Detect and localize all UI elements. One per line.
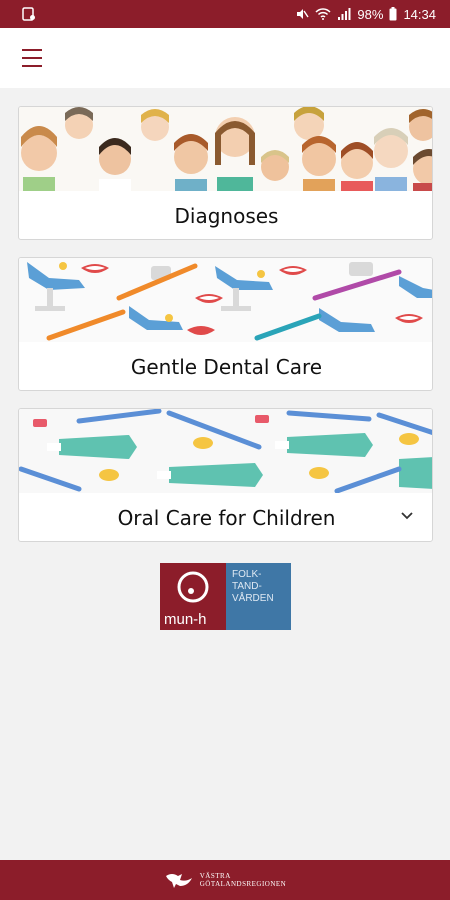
- folktandvarden-line-1: FOLK-: [232, 569, 262, 580]
- toothpaste-illustration: [19, 409, 432, 493]
- battery-percent: 98%: [357, 6, 384, 22]
- card-label: Oral Care for Children: [117, 506, 336, 530]
- card-label: Gentle Dental Care: [130, 355, 323, 379]
- notification-icon: [22, 7, 35, 21]
- dental-chair-illustration: [19, 258, 432, 342]
- wifi-icon: [315, 8, 331, 20]
- folktandvarden-line-2: TAND-: [232, 581, 262, 592]
- app-bar: [0, 28, 450, 88]
- mun-h-circle-icon: [177, 571, 209, 603]
- mun-h-logo: mun-h FOLK- TAND- VÅRDEN: [160, 563, 291, 630]
- hamburger-icon[interactable]: [22, 49, 42, 67]
- footer: VÄSTRA GÖTALANDSREGIONEN: [0, 860, 450, 900]
- card-gentle-dental-care[interactable]: Gentle Dental Care: [18, 257, 433, 391]
- folktandvarden-line-3: VÅRDEN: [232, 593, 274, 604]
- folktandvarden-logo: FOLK- TAND- VÅRDEN: [226, 563, 291, 630]
- footer-line-2: GÖTALANDSREGIONEN: [199, 880, 287, 888]
- card-oral-care-for-children[interactable]: Oral Care for Children: [18, 408, 433, 542]
- chevron-down-icon[interactable]: [400, 509, 414, 523]
- footer-text: VÄSTRA GÖTALANDSREGIONEN: [200, 872, 287, 888]
- mute-icon: [297, 9, 310, 19]
- mun-h-logo-text: mun-h: [164, 611, 207, 628]
- battery-icon: [389, 7, 397, 21]
- status-time: 14:34: [403, 6, 436, 22]
- status-bar: 98% 14:34: [0, 0, 450, 28]
- status-left: [22, 7, 36, 21]
- faces-illustration: [19, 107, 432, 191]
- mun-h-logo-mark: mun-h: [160, 563, 226, 630]
- vgr-logo-icon: [165, 874, 192, 888]
- footer-line-1: VÄSTRA: [199, 872, 231, 880]
- card-label: Diagnoses: [174, 204, 279, 228]
- status-right: 98% 14:34: [295, 7, 436, 22]
- signal-icon: [338, 8, 351, 20]
- card-diagnoses[interactable]: Diagnoses: [18, 106, 433, 240]
